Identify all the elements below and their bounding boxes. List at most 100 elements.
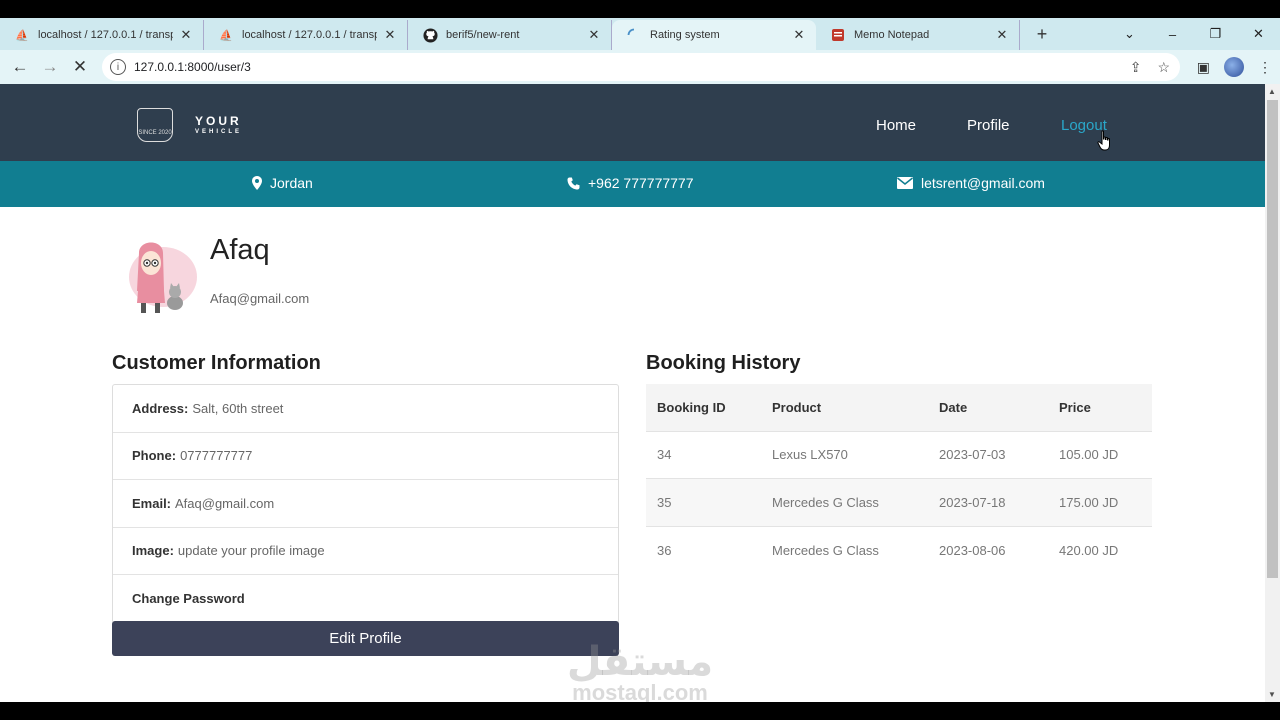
info-value: Salt, 60th street	[192, 400, 284, 416]
profile-name: Afaq	[210, 234, 270, 266]
stop-loading-icon[interactable]: ✕	[66, 53, 94, 81]
close-icon[interactable]: ✕	[383, 27, 397, 42]
table-row: 35 Mercedes G Class 2023-07-18 175.00 JD	[646, 478, 1152, 526]
share-icon[interactable]: ⇪	[1130, 59, 1142, 76]
pma-icon: ⛵	[219, 29, 233, 42]
browser-tab-3[interactable]: berif5/new-rent ✕	[408, 20, 612, 50]
tab-search-icon[interactable]: ⌄	[1108, 26, 1151, 42]
pma-icon: ⛵	[15, 29, 29, 42]
github-icon	[422, 27, 438, 43]
contact-location: Jordan	[252, 175, 313, 191]
info-row-phone: Phone: 0777777777	[113, 433, 618, 480]
product-cell: Lexus LX570	[772, 447, 848, 463]
customer-info-list: Address: Salt, 60th street Phone: 077777…	[112, 384, 619, 624]
forward-icon[interactable]: →	[36, 53, 64, 81]
tab-title: berif5/new-rent	[446, 29, 520, 41]
info-label: Image:	[132, 543, 174, 559]
envelope-icon	[897, 177, 913, 189]
email-text: letsrent@gmail.com	[921, 175, 1045, 191]
window-controls: ⌄ – ❐ ✕	[1108, 18, 1280, 50]
tab-title: Rating system	[650, 29, 720, 41]
profile-email: Afaq@gmail.com	[210, 291, 310, 306]
scrollbar-thumb[interactable]	[1267, 100, 1278, 578]
browser-tab-bar: ⛵ localhost / 127.0.0.1 / transp ✕ ⛵ loc…	[0, 18, 1280, 50]
browser-tab-2[interactable]: ⛵ localhost / 127.0.0.1 / transp ✕	[204, 20, 408, 50]
booking-id-cell: 34	[657, 447, 672, 463]
browser-tab-5[interactable]: Memo Notepad ✕	[816, 20, 1020, 50]
table-header-row: Booking ID Product Date Price	[646, 384, 1152, 431]
phone-icon	[567, 177, 580, 189]
booking-history-table: Booking ID Product Date Price 34 Lexus L…	[646, 384, 1152, 574]
contact-phone: +962 777777777	[567, 175, 694, 191]
mostaql-watermark: مستقل mostaql.com	[560, 642, 720, 702]
booking-id-cell: 36	[657, 542, 672, 558]
bookmark-star-icon[interactable]: ☆	[1157, 59, 1170, 76]
edit-profile-button[interactable]: Edit Profile	[112, 621, 619, 656]
tab-title: Memo Notepad	[854, 29, 930, 41]
info-label: Phone:	[132, 448, 177, 464]
info-label: Address:	[132, 400, 189, 416]
tab-title: localhost / 127.0.0.1 / transp	[38, 29, 173, 41]
product-cell: Mercedes G Class	[772, 542, 879, 558]
screen-top-border	[0, 0, 1280, 18]
date-cell: 2023-07-18	[939, 494, 1006, 510]
update-image-link[interactable]: update your profile image	[178, 543, 325, 558]
nav-profile-link[interactable]: Profile	[967, 117, 1010, 134]
page-viewport: SINCE 2020 YOUR VEHICLE Home Profile Log…	[0, 84, 1265, 702]
contact-email[interactable]: letsrent@gmail.com	[897, 175, 1045, 191]
minimize-icon[interactable]: –	[1151, 27, 1194, 42]
profile-avatar[interactable]	[117, 231, 199, 319]
close-icon[interactable]: ✕	[179, 27, 193, 42]
booking-history-title: Booking History	[646, 352, 801, 374]
window-close-icon[interactable]: ✕	[1237, 26, 1280, 42]
profile-avatar-icon[interactable]	[1224, 57, 1244, 77]
site-header: SINCE 2020 YOUR VEHICLE Home Profile Log…	[0, 84, 1265, 161]
back-icon[interactable]: ←	[6, 53, 34, 81]
map-marker-icon	[252, 176, 262, 190]
close-icon[interactable]: ✕	[587, 27, 601, 42]
table-row: 34 Lexus LX570 2023-07-03 105.00 JD	[646, 431, 1152, 479]
page-scrollbar[interactable]: ▲ ▼	[1265, 84, 1280, 702]
price-cell: 175.00 JD	[1059, 494, 1119, 510]
nav-home-link[interactable]: Home	[876, 117, 916, 134]
site-info-icon[interactable]: i	[110, 59, 126, 75]
column-header: Booking ID	[657, 399, 726, 415]
scroll-up-arrow-icon[interactable]: ▲	[1268, 87, 1276, 96]
booking-id-cell: 35	[657, 494, 672, 510]
hand-cursor-icon	[1097, 130, 1110, 151]
address-bar[interactable]: i 127.0.0.1:8000/user/3 ⇪ ☆	[102, 53, 1180, 81]
memo-icon	[830, 27, 846, 43]
side-panel-icon[interactable]: ▣	[1197, 59, 1210, 76]
screen-bottom-border	[0, 702, 1280, 720]
customer-info-title: Customer Information	[112, 352, 321, 374]
url-text: 127.0.0.1:8000/user/3	[134, 60, 251, 74]
loading-spinner-icon	[626, 27, 642, 43]
watermark-latin: mostaql.com	[572, 680, 708, 702]
change-password-link[interactable]: Change Password	[113, 575, 618, 623]
contact-bar: Jordan +962 777777777 letsrent@gmail.com	[0, 161, 1265, 207]
date-cell: 2023-08-06	[939, 542, 1006, 558]
restore-icon[interactable]: ❐	[1194, 26, 1237, 42]
phone-text: +962 777777777	[588, 175, 694, 191]
location-text: Jordan	[270, 175, 313, 191]
watermark-arabic: مستقل	[566, 639, 714, 685]
new-tab-button[interactable]: +	[1028, 20, 1056, 48]
browser-tab-4-active[interactable]: Rating system ✕	[612, 20, 816, 50]
table-row: 36 Mercedes G Class 2023-08-06 420.00 JD	[646, 526, 1152, 574]
browser-tab-1[interactable]: ⛵ localhost / 127.0.0.1 / transp ✕	[0, 20, 204, 50]
info-row-email: Email: Afaq@gmail.com	[113, 480, 618, 528]
info-value: Afaq@gmail.com	[175, 495, 275, 511]
toolbar-right: ▣ ⋮	[1197, 50, 1272, 84]
close-icon[interactable]: ✕	[792, 27, 806, 42]
main-nav: Home Profile Logout	[0, 84, 1265, 161]
info-label: Change Password	[132, 591, 245, 607]
info-label: Email:	[132, 495, 172, 511]
info-row-image[interactable]: Image: update your profile image	[113, 528, 618, 575]
menu-kebab-icon[interactable]: ⋮	[1258, 59, 1272, 76]
tab-title: localhost / 127.0.0.1 / transp	[242, 29, 377, 41]
column-header: Date	[939, 399, 968, 415]
close-icon[interactable]: ✕	[995, 27, 1009, 42]
scroll-down-arrow-icon[interactable]: ▼	[1268, 690, 1276, 699]
column-header: Product	[772, 399, 822, 415]
price-cell: 105.00 JD	[1059, 447, 1119, 463]
